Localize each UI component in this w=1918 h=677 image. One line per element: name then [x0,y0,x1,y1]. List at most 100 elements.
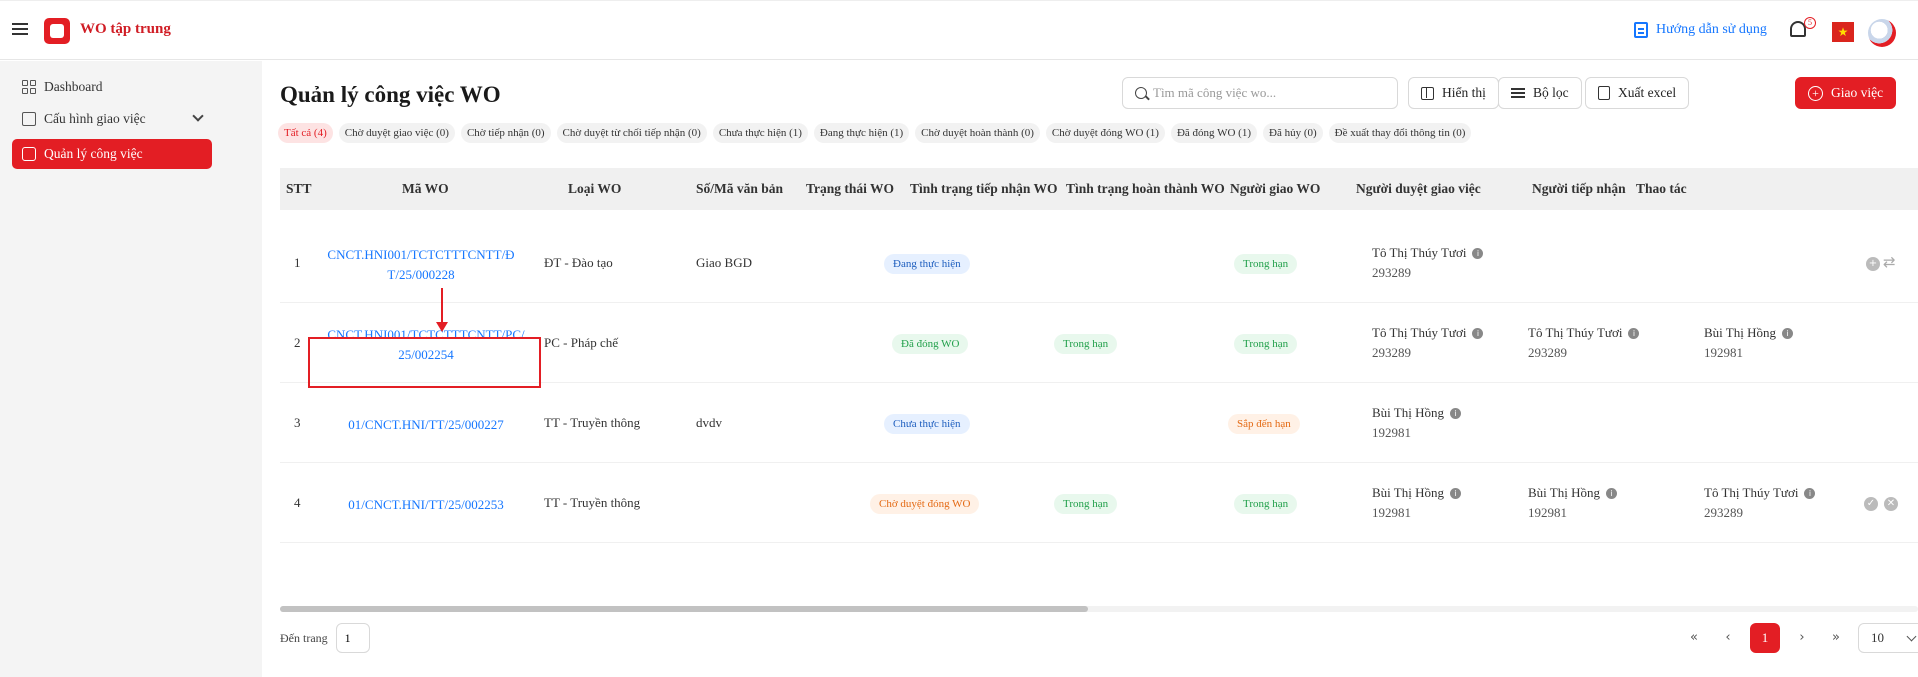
tab-pending-close-approval[interactable]: Chờ duyệt đóng WO (1) [1045,123,1165,143]
column-header: Mã WO [402,181,449,196]
completion-badge: Trong hạn [1234,494,1298,514]
tab-pending-receive[interactable]: Chờ tiếp nhận (0) [460,123,551,143]
wo-code-link[interactable]: CNCT.HNI001/TCTCTTTCNTT/ĐT/25/000228 [326,245,516,285]
assigner-id: 293289 [1372,265,1411,280]
next-page-button[interactable]: › [1790,623,1814,653]
column-header: Tình trạng tiếp nhận WO [910,181,1058,196]
wo-type: ĐT - Đào tạo [544,255,613,270]
info-icon[interactable]: i [1472,328,1484,339]
info-icon[interactable]: i [1450,488,1461,499]
table-row: 4 01/CNCT.HNI/TT/25/002253 TT - Truyền t… [280,463,1918,543]
info-icon[interactable]: i [1472,248,1484,259]
swap-action-icon[interactable]: ⇄ [1883,253,1896,271]
page-title: Quản lý công việc WO [280,82,501,107]
tab-pending-assign-approval[interactable]: Chờ duyệt giao việc (0) [338,123,455,143]
notification-bell-icon[interactable]: 5 [1790,17,1816,43]
info-icon[interactable]: i [1804,488,1816,499]
goto-page-input[interactable] [335,623,370,653]
tab-pending-complete-approval[interactable]: Chờ duyệt hoàn thành (0) [915,123,1040,143]
reject-action-icon[interactable]: ✕ [1884,497,1898,511]
column-header: Tình trạng hoàn thành WO [1066,181,1225,196]
status-badge: Chưa thực hiện [884,414,970,434]
top-header: WO tập trung Hướng dẫn sử dụng 5 ★ [0,0,1918,60]
approver: Bùi Thị Hồng i 192981 [1528,483,1617,523]
menu-icon[interactable] [12,23,28,35]
sidebar-item-dashboard[interactable]: Dashboard [12,72,212,102]
assigner-name: Bùi Thị Hồng [1372,405,1444,420]
wo-type: TT - Truyền thông [544,415,641,430]
approve-action-icon[interactable]: ✓ [1864,497,1878,511]
search-input[interactable] [1153,85,1383,101]
assign-task-button[interactable]: + Giao việc [1795,77,1897,109]
info-icon[interactable]: i [1606,488,1617,499]
help-link[interactable]: Hướng dẫn sử dụng [1634,22,1767,38]
column-header: Người duyệt giao việc [1356,181,1481,196]
info-icon[interactable]: i [1628,328,1640,339]
dashboard-icon [22,80,36,94]
current-page-button[interactable]: 1 [1750,623,1780,653]
assigner-name: Tô Thị Thúy Tươi [1372,245,1467,260]
goto-page: Đến trang [280,623,370,653]
column-header: Số/Mã văn bản [696,181,784,196]
receiver-name: Tô Thị Thúy Tươi [1704,485,1799,500]
document-icon [1634,22,1648,38]
tab-closed[interactable]: Đã đóng WO (1) [1170,123,1257,143]
table-row: 3 01/CNCT.HNI/TT/25/000227 TT - Truyền t… [280,383,1918,463]
display-button[interactable]: Hiển thị [1408,77,1499,109]
assigner: Tô Thị Thúy Tươi i 293289 [1372,323,1484,363]
app-title: WO tập trung [80,21,171,37]
vietnam-flag-icon[interactable]: ★ [1832,22,1854,42]
chevron-down-icon [1906,631,1917,641]
scrollbar-thumb[interactable] [280,606,1088,612]
filter-button[interactable]: Bộ lọc [1498,77,1582,109]
sidebar-item-label: Dashboard [44,79,103,94]
assign-label: Giao việc [1831,85,1884,100]
assigner-name: Bùi Thị Hồng [1372,485,1444,500]
info-icon[interactable]: i [1782,328,1793,339]
wo-code-link[interactable]: 01/CNCT.HNI/TT/25/002253 [326,495,526,515]
export-excel-button[interactable]: Xuất excel [1585,77,1690,109]
add-action-icon[interactable]: + [1866,257,1880,271]
tab-in-progress[interactable]: Đang thực hiện (1) [813,123,910,143]
status-badge: Đã đóng WO [892,334,969,354]
search-icon [1135,87,1147,99]
prev-page-button[interactable]: ‹ [1716,623,1740,653]
row-stt: 4 [294,495,301,510]
tab-pending-reject-approval[interactable]: Chờ duyệt từ chối tiếp nhận (0) [556,123,707,143]
receiver-name: Bùi Thị Hồng [1704,325,1776,340]
tab-all[interactable]: Tất cả (4) [278,123,333,143]
tab-change-request[interactable]: Đề xuất thay đổi thông tin (0) [1328,123,1472,143]
annotation-arrow-head [436,322,448,332]
table-header: STT Mã WO Loại WO Số/Mã văn bản Trạng th… [280,168,1918,210]
sidebar-item-task-management[interactable]: Quản lý công việc [12,139,212,169]
briefcase-icon [22,147,36,161]
tab-not-started[interactable]: Chưa thực hiện (1) [712,123,808,143]
columns-icon [1421,86,1434,100]
receiver: Bùi Thị Hồng i 192981 [1704,323,1793,363]
table-row: 1 CNCT.HNI001/TCTCTTTCNTT/ĐT/25/000228 Đ… [280,223,1918,303]
page-size-select[interactable]: 10 [1858,623,1918,653]
assigner: Bùi Thị Hồng i 192981 [1372,403,1461,443]
sidebar-item-config[interactable]: Cấu hình giao việc [12,104,212,134]
status-tabs: Tất cả (4) Chờ duyệt giao việc (0) Chờ t… [278,123,1472,143]
chevron-down-icon [192,110,204,122]
horizontal-scrollbar[interactable] [280,606,1918,612]
info-icon[interactable]: i [1450,408,1461,419]
pagination: « ‹ 1 › » 10 [1682,623,1918,653]
row-stt: 1 [294,255,301,270]
tab-cancelled[interactable]: Đã hủy (0) [1263,123,1323,143]
column-header: Loại WO [568,181,622,196]
avatar[interactable] [1868,19,1896,47]
filter-icon [1511,87,1525,99]
row-stt: 2 [294,335,301,350]
search-box[interactable] [1122,77,1398,109]
assigner-id: 192981 [1372,425,1411,440]
status-badge: Chờ duyệt đóng WO [870,494,980,514]
receiver: Tô Thị Thúy Tươi i 293289 [1704,483,1850,523]
wo-code-link[interactable]: 01/CNCT.HNI/TT/25/000227 [326,415,526,435]
first-page-button[interactable]: « [1682,623,1706,653]
last-page-button[interactable]: » [1824,623,1848,653]
receiver-id: 192981 [1704,345,1743,360]
document-number: dvdv [696,415,722,430]
receiver-id: 293289 [1704,505,1743,520]
